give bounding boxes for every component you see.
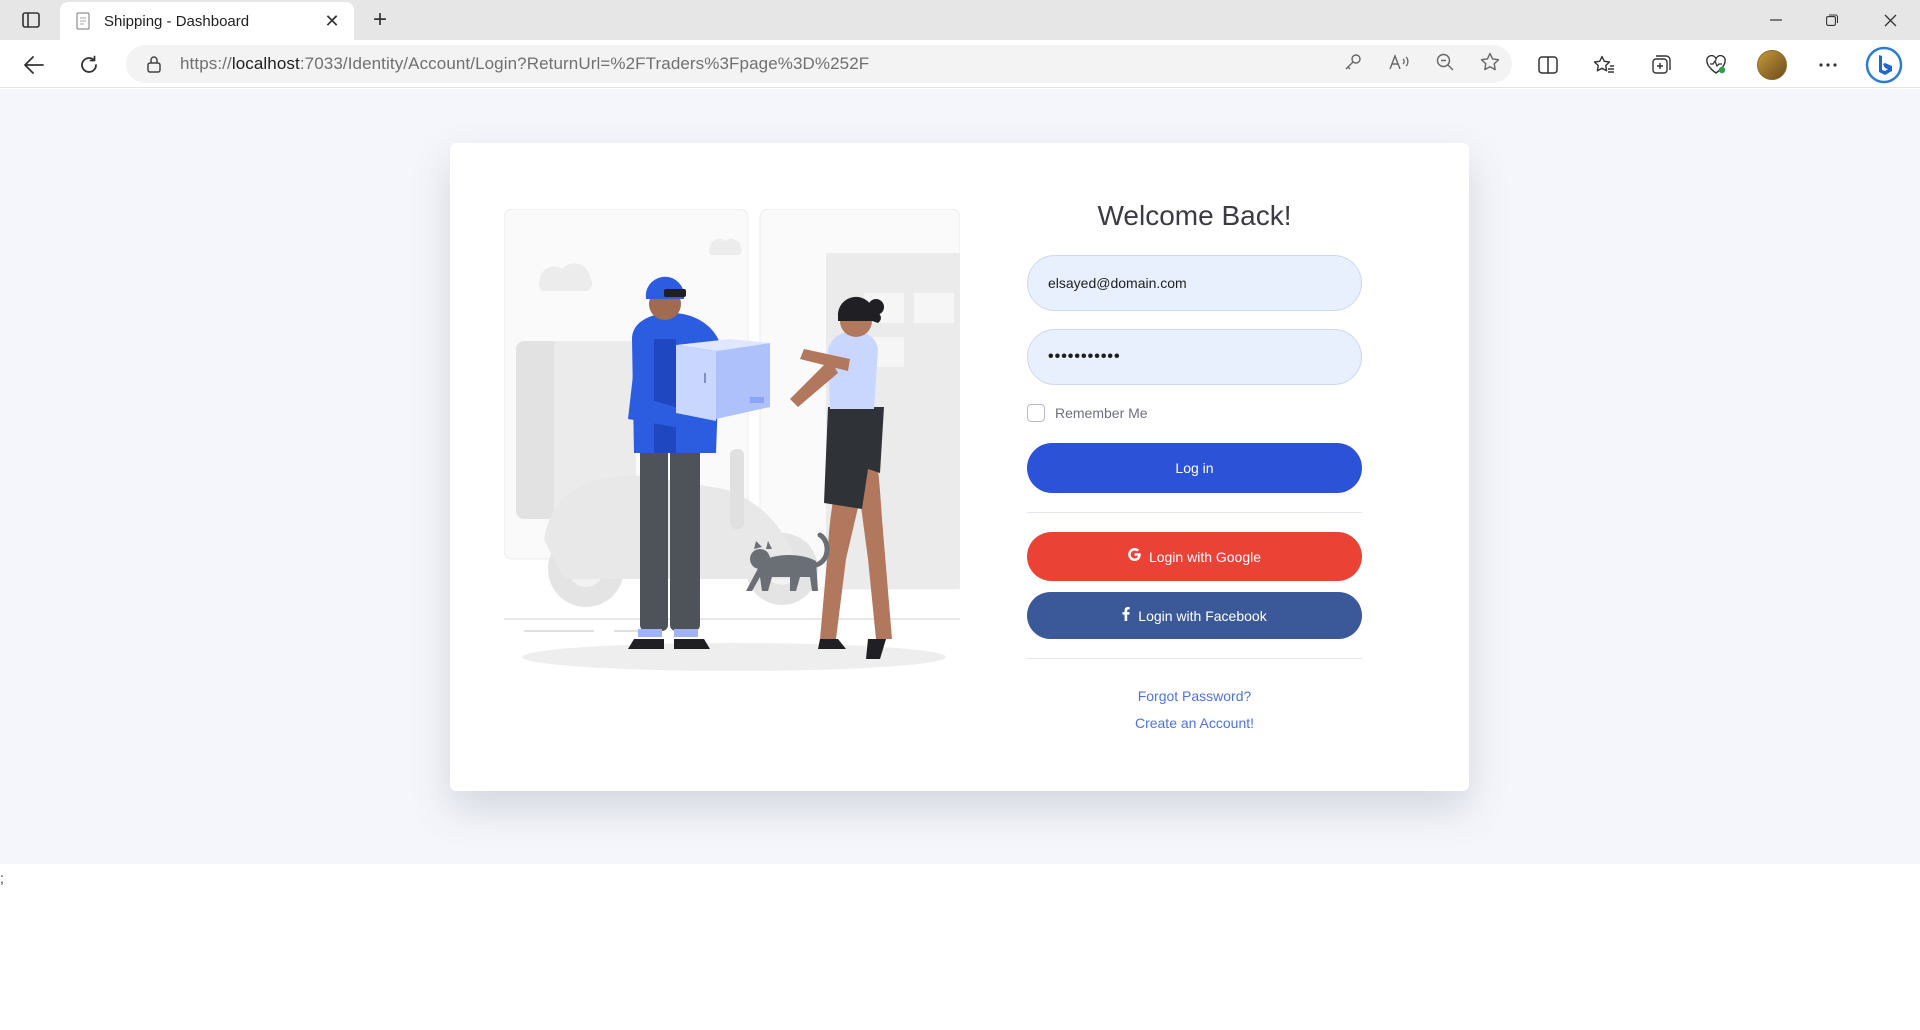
delivery-illustration — [504, 209, 960, 671]
page-footer-area: ; — [0, 864, 1920, 1030]
plus-icon[interactable]: + — [366, 6, 394, 34]
window-close-icon[interactable] — [1862, 0, 1918, 40]
key-icon[interactable] — [1344, 53, 1362, 76]
restore-icon[interactable] — [1804, 0, 1860, 40]
google-login-label: Login with Google — [1148, 548, 1262, 565]
read-aloud-icon[interactable] — [1388, 53, 1410, 76]
address-bar[interactable]: https://localhost:7033/Identity/Account/… — [126, 45, 1512, 83]
browser-tab-bar: Shipping - Dashboard ✕ + — [0, 0, 1920, 40]
facebook-icon — [1122, 606, 1130, 625]
google-login-button[interactable]: Login with Google — [1027, 532, 1362, 581]
google-icon — [1128, 548, 1141, 565]
lock-icon[interactable] — [146, 55, 164, 73]
refresh-icon[interactable] — [72, 48, 106, 82]
star-icon[interactable] — [1480, 52, 1500, 76]
email-field[interactable]: elsayed@domain.com — [1027, 255, 1362, 311]
minimize-icon[interactable] — [1748, 0, 1804, 40]
document-icon — [74, 12, 92, 30]
password-field[interactable]: ••••••••••• — [1027, 329, 1362, 385]
more-icon[interactable] — [1800, 48, 1856, 82]
page-background: Welcome Back! elsayed@domain.com •••••••… — [0, 89, 1920, 864]
login-button[interactable]: Log in — [1027, 443, 1362, 493]
create-account-link[interactable]: Create an Account! — [1027, 710, 1362, 737]
facebook-login-label: Login with Facebook — [1138, 607, 1267, 624]
divider — [1027, 512, 1362, 513]
collections-icon[interactable] — [1632, 48, 1688, 82]
facebook-login-button[interactable]: Login with Facebook — [1027, 592, 1362, 639]
browser-essentials-icon[interactable] — [1688, 48, 1744, 82]
remember-me-label: Remember Me — [1055, 405, 1148, 421]
forgot-password-link[interactable]: Forgot Password? — [1027, 683, 1362, 710]
stray-text: ; — [0, 870, 4, 886]
close-icon[interactable]: ✕ — [320, 9, 344, 33]
split-screen-icon[interactable] — [1520, 48, 1576, 82]
zoom-out-icon[interactable] — [1436, 53, 1454, 76]
auth-links: Forgot Password? Create an Account! — [1027, 683, 1362, 737]
remember-me-checkbox[interactable] — [1027, 404, 1045, 422]
remember-me[interactable]: Remember Me — [1027, 403, 1362, 423]
browser-toolbar: https://localhost:7033/Identity/Account/… — [0, 40, 1920, 88]
tab-title: Shipping - Dashboard — [104, 12, 250, 30]
divider — [1027, 658, 1362, 659]
browser-tab[interactable]: Shipping - Dashboard ✕ — [60, 2, 354, 40]
url-text: https://localhost:7033/Identity/Account/… — [180, 54, 870, 73]
back-icon[interactable] — [17, 48, 51, 82]
page-title: Welcome Back! — [1097, 200, 1292, 231]
bing-icon[interactable] — [1856, 46, 1912, 84]
favorites-icon[interactable] — [1576, 48, 1632, 82]
login-form: Welcome Back! elsayed@domain.com •••••••… — [1027, 199, 1362, 737]
profile-avatar[interactable] — [1744, 48, 1800, 82]
login-card: Welcome Back! elsayed@domain.com •••••••… — [450, 143, 1469, 791]
sidebar-toggle-icon[interactable] — [14, 8, 48, 32]
